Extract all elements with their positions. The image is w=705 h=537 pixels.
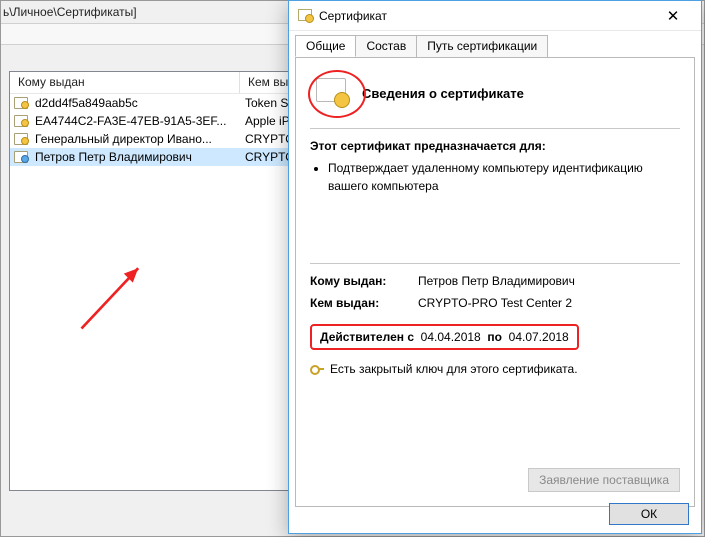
private-key-row: Есть закрытый ключ для этого сертификата… — [310, 362, 680, 376]
info-title: Сведения о сертификате — [362, 86, 524, 101]
tab-composition[interactable]: Состав — [355, 35, 417, 57]
tab-strip: Общие Состав Путь сертификации — [289, 31, 701, 57]
valid-from-label: Действителен с — [320, 330, 414, 344]
value-issued-by: CRYPTO-PRO Test Center 2 — [418, 296, 680, 310]
field-issued-by: Кем выдан: CRYPTO-PRO Test Center 2 — [310, 296, 680, 310]
column-issued-to[interactable]: Кому выдан — [10, 72, 240, 93]
annotation-circle-icon — [308, 70, 366, 118]
certificate-icon — [14, 151, 28, 163]
valid-to-label: по — [487, 330, 502, 344]
certificate-icon — [297, 8, 313, 24]
purpose-title: Этот сертификат предназначается для: — [310, 139, 680, 153]
certificate-icon — [14, 97, 28, 109]
dialog-title: Сертификат — [319, 9, 653, 23]
field-issued-to: Кому выдан: Петров Петр Владимирович — [310, 274, 680, 288]
tab-body-general: Сведения о сертификате Этот сертификат п… — [295, 57, 695, 507]
close-button[interactable]: ✕ — [653, 2, 693, 30]
divider — [310, 263, 680, 264]
breadcrumb-path: ь\Личное\Сертификаты] — [3, 5, 137, 19]
tab-cert-path[interactable]: Путь сертификации — [416, 35, 548, 57]
label-issued-by: Кем выдан: — [310, 296, 418, 310]
close-icon: ✕ — [667, 7, 680, 25]
purpose-list: Подтверждает удаленному компьютеру идент… — [310, 159, 680, 195]
divider — [310, 128, 680, 129]
supplier-statement-button: Заявление поставщика — [528, 468, 680, 492]
dialog-titlebar[interactable]: Сертификат ✕ — [289, 1, 701, 31]
private-key-text: Есть закрытый ключ для этого сертификата… — [330, 362, 578, 376]
ok-button[interactable]: ОК — [609, 503, 689, 525]
purpose-item: Подтверждает удаленному компьютеру идент… — [328, 159, 680, 195]
cell-issued-to: Петров Петр Владимирович — [31, 150, 241, 164]
info-header: Сведения о сертификате — [310, 68, 680, 124]
valid-to-date: 04.07.2018 — [509, 330, 569, 344]
key-icon — [310, 362, 324, 376]
certificate-icon — [14, 115, 28, 127]
dialog-button-row: ОК — [609, 503, 689, 525]
tab-general[interactable]: Общие — [295, 35, 356, 57]
certificate-large-icon — [314, 74, 352, 112]
valid-from-date: 04.04.2018 — [421, 330, 481, 344]
label-issued-to: Кому выдан: — [310, 274, 418, 288]
certificate-icon — [14, 133, 28, 145]
annotation-arrow-icon — [68, 252, 158, 342]
certificate-dialog: Сертификат ✕ Общие Состав Путь сертифика… — [288, 0, 702, 534]
cell-issued-to: d2dd4f5a849aab5c — [31, 96, 241, 110]
value-issued-to: Петров Петр Владимирович — [418, 274, 680, 288]
validity-box: Действителен с 04.04.2018 по 04.07.2018 — [310, 324, 579, 350]
cell-issued-to: EA4744C2-FA3E-47EB-91A5-3EF... — [31, 114, 241, 128]
cell-issued-to: Генеральный директор Ивано... — [31, 132, 241, 146]
